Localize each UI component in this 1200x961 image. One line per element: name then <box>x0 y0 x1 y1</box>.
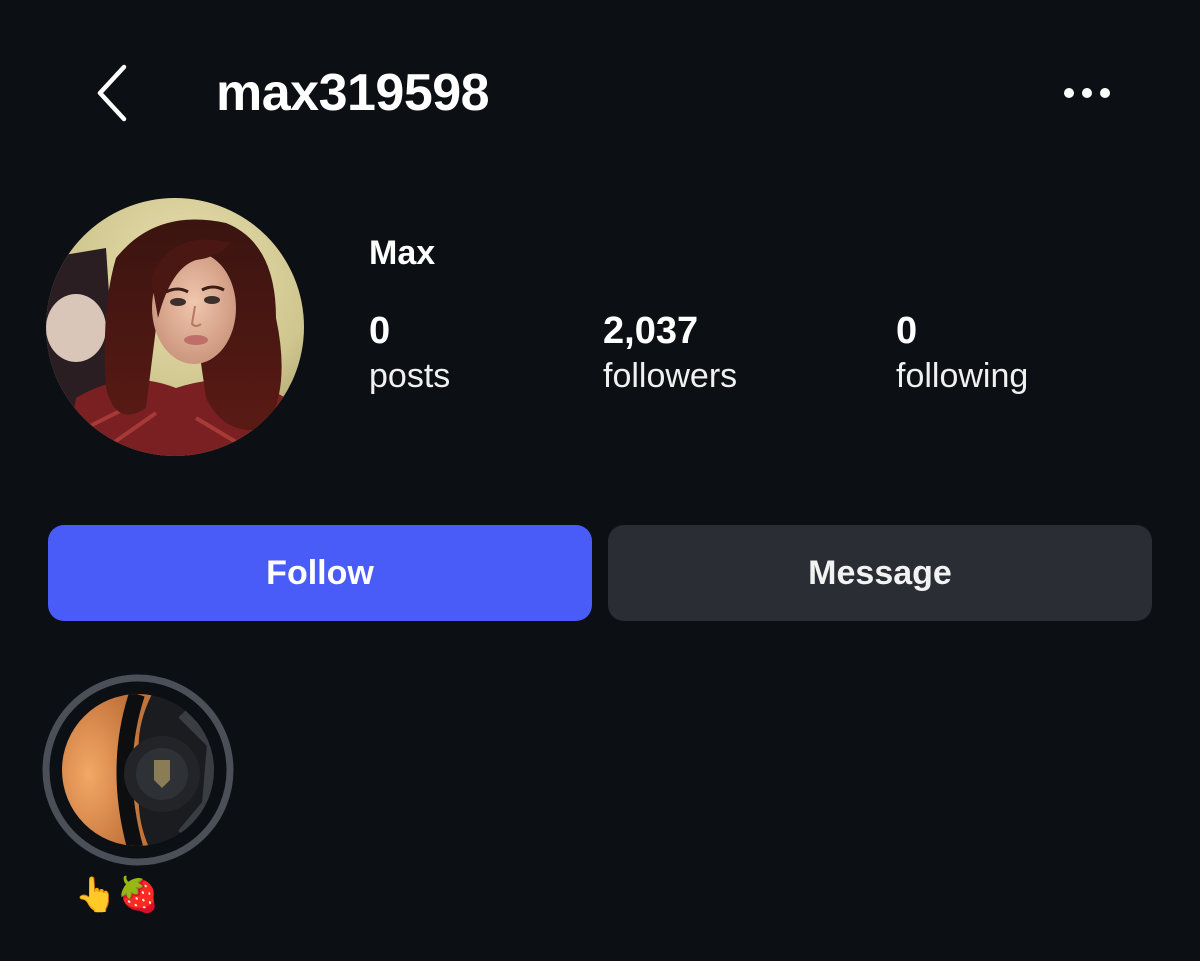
profile-username: max319598 <box>216 64 490 122</box>
stat-following[interactable]: 0 following <box>896 308 1028 398</box>
profile-photo <box>46 198 304 456</box>
more-options-button[interactable] <box>1052 72 1122 114</box>
stat-following-count: 0 <box>896 310 918 352</box>
stat-followers-label: followers <box>603 357 738 395</box>
highlight-car-wheel-photo <box>42 674 234 866</box>
avatar[interactable] <box>46 198 304 456</box>
stat-posts[interactable]: 0 posts <box>369 308 450 398</box>
chevron-left-icon <box>97 64 127 122</box>
profile-screen: max319598 Max 0 posts 2,037 followers 0 … <box>0 0 1200 961</box>
follow-button[interactable]: Follow <box>48 525 592 621</box>
stat-posts-count: 0 <box>369 310 391 352</box>
highlight-label: 👆🍓 <box>74 876 160 914</box>
story-highlight[interactable] <box>42 674 234 866</box>
stat-posts-label: posts <box>369 357 451 395</box>
more-horizontal-icon <box>1064 88 1110 98</box>
stat-following-label: following <box>896 357 1029 395</box>
stat-followers-count: 2,037 <box>603 310 699 352</box>
display-name: Max <box>369 234 436 272</box>
back-button[interactable] <box>82 56 142 130</box>
message-button[interactable]: Message <box>608 525 1152 621</box>
stat-followers[interactable]: 2,037 followers <box>603 308 737 398</box>
